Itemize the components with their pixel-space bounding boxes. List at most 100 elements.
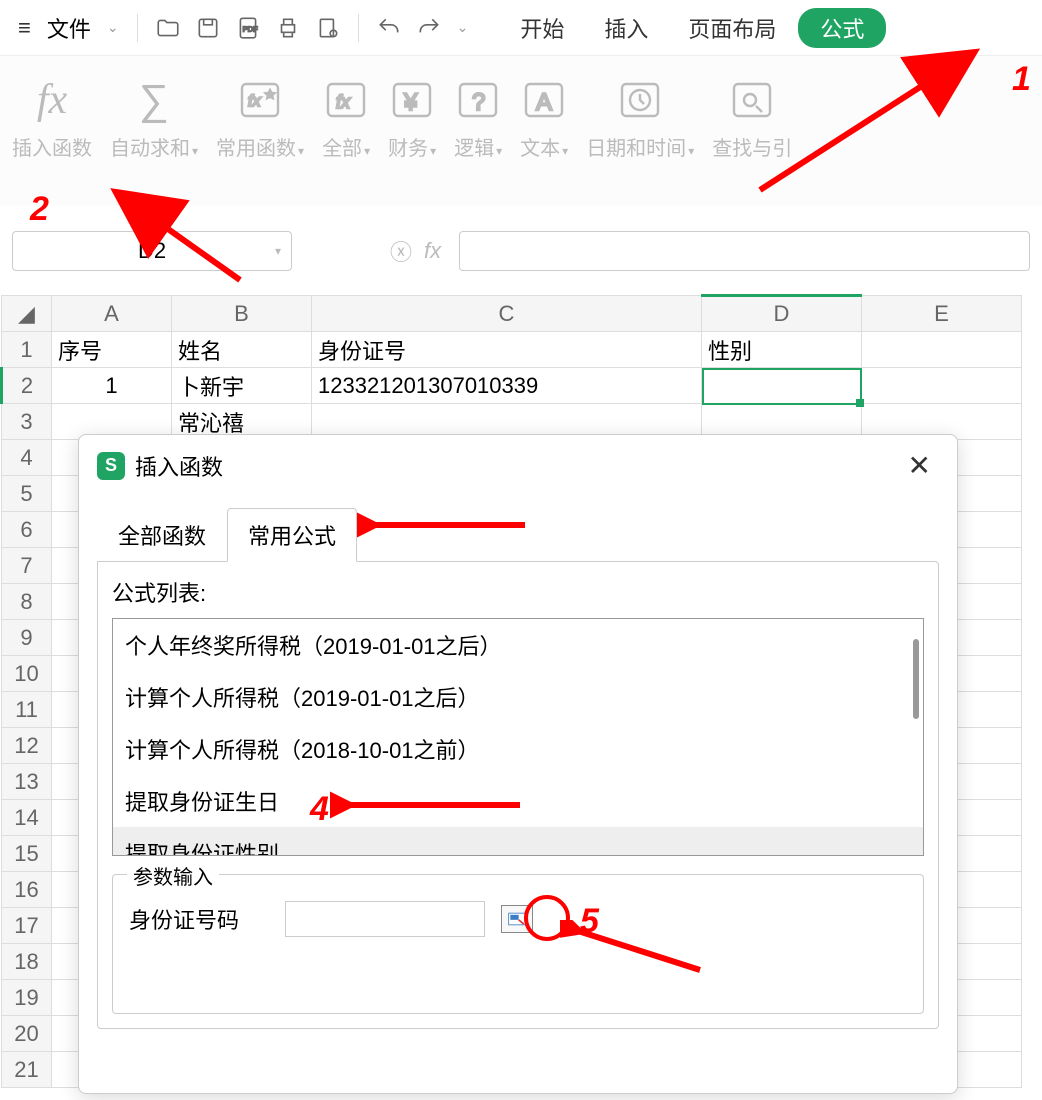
col-header-d[interactable]: D	[702, 296, 862, 332]
cell[interactable]: 序号	[52, 332, 172, 368]
hamburger-icon[interactable]: ≡	[12, 15, 37, 41]
param-input[interactable]	[285, 901, 485, 937]
row-header[interactable]: 13	[2, 764, 52, 800]
save-icon[interactable]	[190, 10, 226, 46]
row-header[interactable]: 16	[2, 872, 52, 908]
row-header[interactable]: 2	[2, 368, 52, 404]
row-header[interactable]: 17	[2, 908, 52, 944]
row-header[interactable]: 4	[2, 440, 52, 476]
formula-list: 个人年终奖所得税（2019-01-01之后） 计算个人所得税（2019-01-0…	[112, 618, 924, 856]
dialog-title: 插入函数	[135, 450, 890, 482]
pdf-icon[interactable]: PDF	[230, 10, 266, 46]
selection-outline	[702, 368, 862, 405]
ribbon-label: 查找与引	[712, 138, 792, 160]
tab-all-functions[interactable]: 全部函数	[97, 508, 227, 562]
table-row: 2 1 卜新宇 123321201307010339	[2, 368, 1022, 404]
formula-bar[interactable]	[459, 231, 1030, 271]
chevron-down-icon[interactable]: ▾	[275, 244, 281, 258]
tab-insert[interactable]: 插入	[586, 6, 666, 50]
row-header[interactable]: 19	[2, 980, 52, 1016]
param-label: 身份证号码	[129, 903, 269, 935]
row-header[interactable]: 1	[2, 332, 52, 368]
ribbon-label: 逻辑	[454, 138, 494, 160]
ribbon-text[interactable]: A 文本▾	[520, 76, 568, 161]
formula-list-label: 公式列表:	[112, 576, 924, 608]
cell[interactable]	[862, 368, 1022, 404]
svg-text:fx: fx	[336, 92, 351, 112]
chevron-down-icon[interactable]: ⌄	[101, 19, 125, 36]
row-header[interactable]: 21	[2, 1052, 52, 1088]
row-header[interactable]: 18	[2, 944, 52, 980]
redo-icon[interactable]	[411, 10, 447, 46]
row-header[interactable]: 10	[2, 656, 52, 692]
cell[interactable]: 1	[52, 368, 172, 404]
annotation-2: 2	[30, 190, 49, 229]
ribbon-label: 自动求和	[110, 138, 190, 160]
param-group: 参数输入 身份证号码	[112, 874, 924, 1014]
select-all-corner[interactable]: ◢	[2, 296, 52, 332]
top-menu-bar: ≡ 文件 ⌄ PDF ⌄ 开始 插入 页面布局 公式	[0, 0, 1042, 56]
ribbon-logic[interactable]: ? 逻辑▾	[454, 76, 502, 161]
row-header[interactable]: 7	[2, 548, 52, 584]
preview-icon[interactable]	[310, 10, 346, 46]
scrollbar[interactable]	[913, 639, 919, 719]
ribbon-insert-function[interactable]: fx 插入函数	[12, 76, 92, 161]
tab-formula[interactable]: 公式	[798, 8, 886, 48]
ribbon-all[interactable]: fx 全部▾	[322, 76, 370, 161]
open-icon[interactable]	[150, 10, 186, 46]
list-item-selected[interactable]: 提取身份证性别	[113, 827, 923, 856]
name-box[interactable]: D2 ▾	[12, 231, 292, 271]
list-item[interactable]: 提取身份证生日	[113, 775, 923, 827]
row-header[interactable]: 12	[2, 728, 52, 764]
file-menu[interactable]: 文件	[41, 12, 97, 44]
row-header[interactable]: 9	[2, 620, 52, 656]
close-button[interactable]: ✕	[900, 449, 939, 482]
col-header-b[interactable]: B	[172, 296, 312, 332]
row-header[interactable]: 11	[2, 692, 52, 728]
table-row: 1 序号 姓名 身份证号 性别	[2, 332, 1022, 368]
cell[interactable]: 123321201307010339	[312, 368, 702, 404]
cell[interactable]: 身份证号	[312, 332, 702, 368]
row-header[interactable]: 14	[2, 800, 52, 836]
svg-text:A: A	[536, 89, 552, 116]
circle-annotation	[524, 895, 570, 941]
list-item[interactable]: 计算个人所得税（2018-10-01之前）	[113, 723, 923, 775]
chevron-down-icon[interactable]: ⌄	[451, 19, 475, 36]
col-header-c[interactable]: C	[312, 296, 702, 332]
col-header-a[interactable]: A	[52, 296, 172, 332]
ribbon-label: 全部	[322, 138, 362, 160]
question-icon: ?	[454, 76, 502, 124]
print-icon[interactable]	[270, 10, 306, 46]
ribbon-common[interactable]: fx 常用函数▾	[216, 76, 304, 161]
ribbon-label: 插入函数	[12, 132, 92, 161]
list-item[interactable]: 计算个人所得税（2019-01-01之后）	[113, 671, 923, 723]
ribbon-autosum[interactable]: ∑ 自动求和▾	[110, 76, 198, 161]
ribbon-datetime[interactable]: 日期和时间▾	[586, 76, 694, 161]
fill-handle[interactable]	[856, 399, 864, 407]
svg-text:PDF: PDF	[242, 24, 258, 33]
fx-icon[interactable]: fx	[424, 238, 441, 264]
ribbon-lookup[interactable]: 查找与引	[712, 76, 792, 161]
row-header[interactable]: 3	[2, 404, 52, 440]
cancel-fx-icon[interactable]: ⓧ	[390, 235, 412, 267]
list-item[interactable]: 个人年终奖所得税（2019-01-01之后）	[113, 619, 923, 671]
cell[interactable]	[862, 332, 1022, 368]
col-header-e[interactable]: E	[862, 296, 1022, 332]
cell[interactable]: 姓名	[172, 332, 312, 368]
row-header[interactable]: 6	[2, 512, 52, 548]
yen-icon: ¥	[388, 76, 436, 124]
row-header[interactable]: 5	[2, 476, 52, 512]
ribbon-finance[interactable]: ¥ 财务▾	[388, 76, 436, 161]
cell[interactable]: 卜新宇	[172, 368, 312, 404]
tab-start[interactable]: 开始	[502, 6, 582, 50]
row-header[interactable]: 20	[2, 1016, 52, 1052]
tab-common-formulas[interactable]: 常用公式	[227, 508, 357, 562]
tab-layout[interactable]: 页面布局	[670, 6, 794, 50]
row-header[interactable]: 8	[2, 584, 52, 620]
cell[interactable]: 性别	[702, 332, 862, 368]
undo-icon[interactable]	[371, 10, 407, 46]
ribbon-label: 日期和时间	[586, 138, 686, 160]
row-header[interactable]: 15	[2, 836, 52, 872]
name-box-value: D2	[138, 238, 166, 264]
annotation-5: 5	[580, 902, 599, 941]
